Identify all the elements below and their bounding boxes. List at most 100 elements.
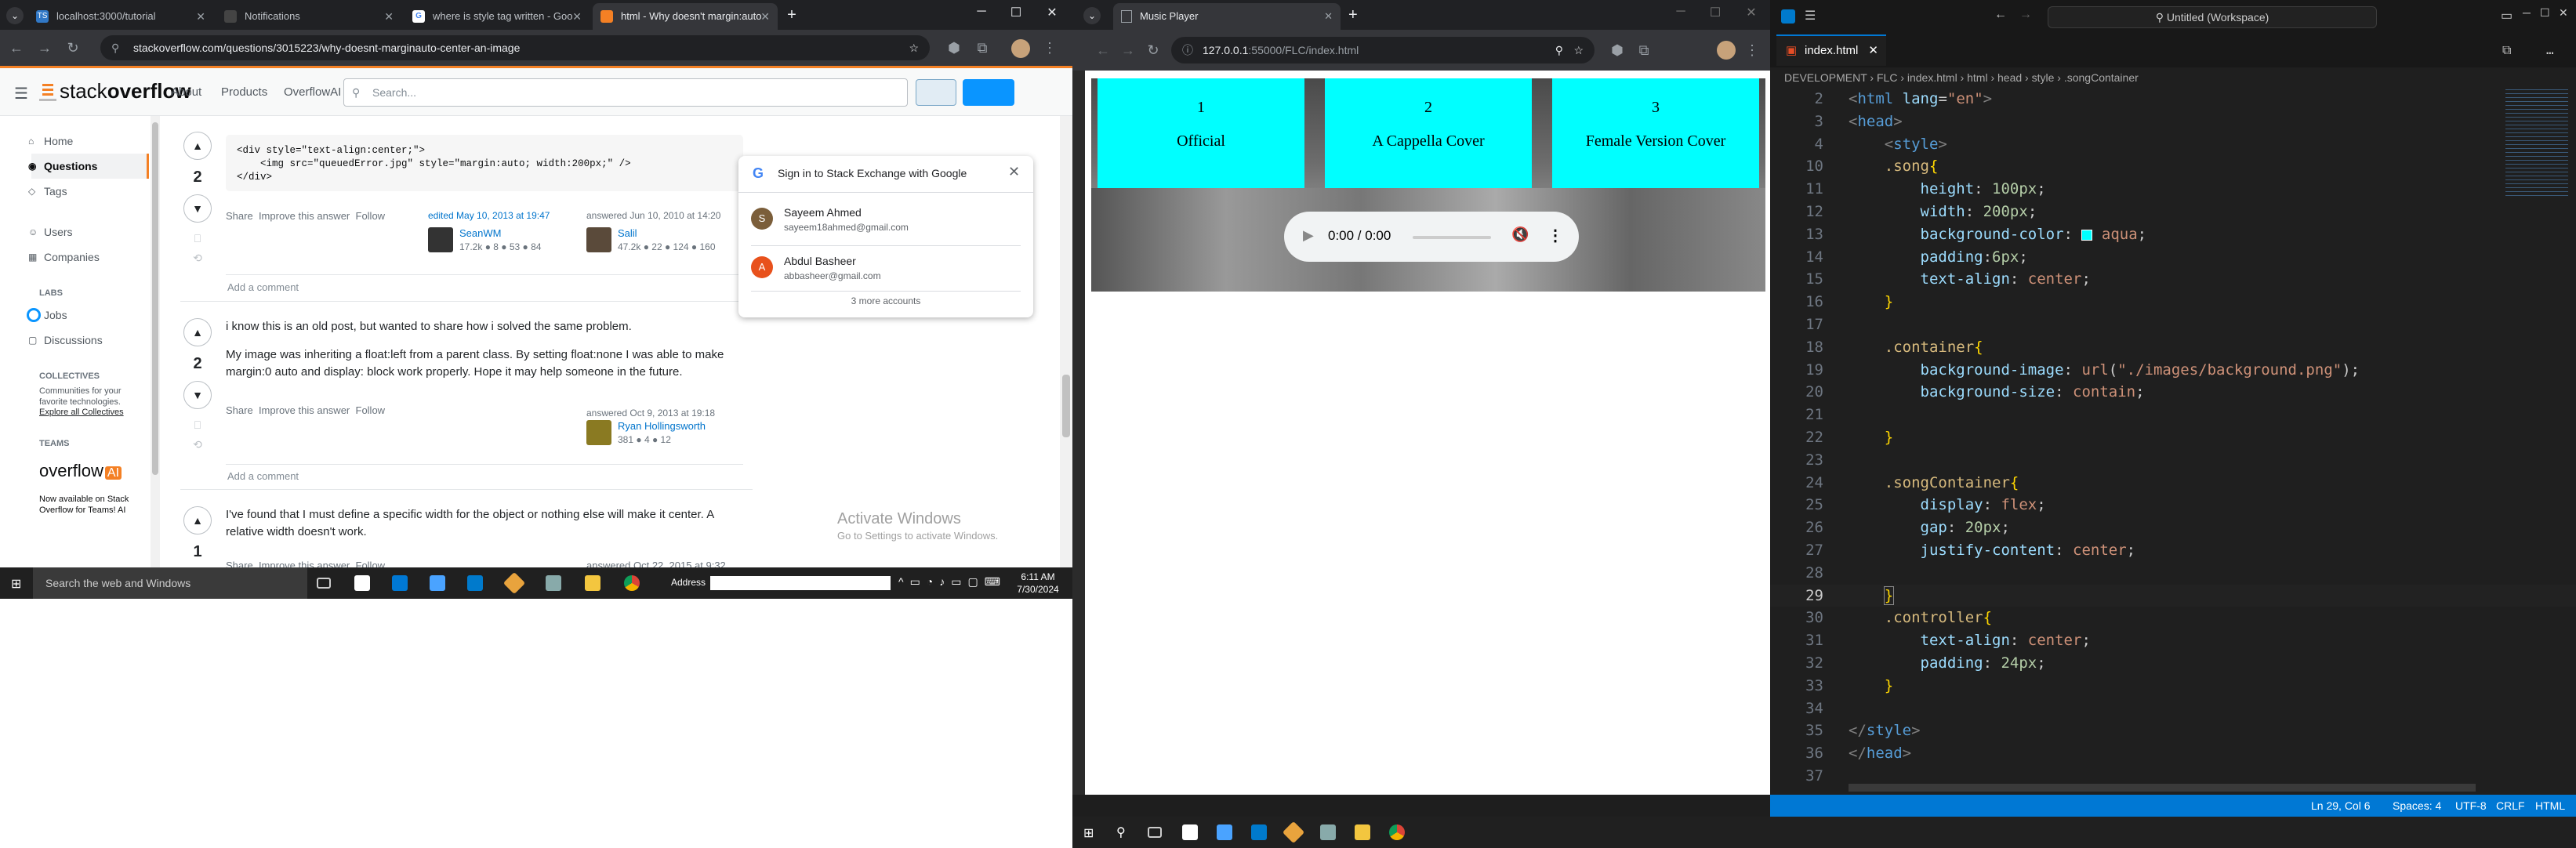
search-icon[interactable]: ⚲ — [1116, 824, 1126, 840]
nav-about[interactable]: About — [171, 85, 201, 99]
minimize-button[interactable]: ─ — [1665, 5, 1696, 19]
close-window-button[interactable]: ✕ — [1036, 5, 1068, 20]
avatar[interactable] — [586, 227, 611, 252]
language-mode[interactable]: HTML — [2535, 795, 2565, 817]
close-icon[interactable]: ✕ — [196, 3, 205, 30]
sidebar-item-users[interactable]: ☺ Users — [28, 219, 149, 245]
history-icon[interactable]: ⟲ — [176, 438, 219, 451]
close-icon[interactable]: ✕ — [1008, 164, 1020, 180]
close-window-button[interactable]: ✕ — [2559, 6, 2568, 20]
sidebar-item-jobs[interactable]: Jobs — [27, 303, 149, 328]
start-icon[interactable]: ⊞ — [1083, 825, 1094, 841]
edited-date[interactable]: edited May 10, 2013 at 19:47 — [428, 210, 569, 221]
zoom-icon[interactable]: ⚲ — [1555, 37, 1563, 63]
sidebar-item-discussions[interactable]: ▢ Discussions — [28, 328, 149, 353]
page-scrollbar[interactable] — [1060, 116, 1072, 567]
address-toolbar-input[interactable] — [710, 576, 891, 590]
share-link[interactable]: Share — [226, 560, 253, 567]
explorer-icon[interactable] — [1355, 824, 1370, 840]
back-icon[interactable]: ← — [1093, 40, 1113, 60]
song-card[interactable]: 1 Official — [1098, 78, 1304, 188]
more-accounts-link[interactable]: 3 more accounts — [738, 295, 1033, 306]
downvote-button[interactable]: ▼ — [183, 194, 212, 223]
menu-icon[interactable]: ⋮ — [1742, 40, 1762, 60]
collectives-link[interactable]: Explore all Collectives — [31, 408, 149, 417]
signup-button[interactable] — [963, 79, 1014, 106]
follow-link[interactable]: Follow — [356, 404, 386, 416]
site-info-icon[interactable]: ⚲ — [111, 35, 119, 60]
taskbar-search[interactable]: Search the web and Windows — [33, 567, 307, 599]
extension-icon[interactable]: ⬢ — [944, 38, 964, 58]
maximize-button[interactable]: ☐ — [2540, 6, 2550, 20]
store-icon[interactable] — [354, 575, 370, 591]
search-input[interactable]: ⚲ Search... — [343, 78, 908, 107]
close-icon[interactable]: ✕ — [1868, 36, 1878, 66]
improve-link[interactable]: Improve this answer — [259, 210, 350, 222]
bookmark-star-icon[interactable]: ☆ — [1573, 37, 1584, 63]
tab-localhost[interactable]: TS localhost:3000/tutorial ✕ — [28, 3, 213, 30]
add-comment-link[interactable]: Add a comment — [227, 281, 299, 293]
avatar[interactable] — [428, 227, 453, 252]
breadcrumb[interactable]: DEVELOPMENT › FLC › index.html › html › … — [1770, 67, 2576, 88]
forward-icon[interactable]: → — [2019, 8, 2032, 22]
close-window-button[interactable]: ✕ — [1736, 5, 1767, 20]
app-icon[interactable] — [546, 575, 561, 591]
account-option[interactable]: A Abdul Basheer abbasheer@gmail.com — [751, 248, 1018, 291]
song-card[interactable]: 3 Female Version Cover — [1552, 78, 1759, 188]
hamburger-icon[interactable]: ☰ — [14, 84, 28, 103]
downvote-button[interactable]: ▼ — [183, 381, 212, 409]
history-icon[interactable]: ⟲ — [176, 252, 219, 265]
minimap[interactable] — [2505, 88, 2568, 198]
nav-overflowai[interactable]: OverflowAI — [284, 85, 341, 99]
close-icon[interactable]: ✕ — [572, 3, 582, 30]
nav-products[interactable]: Products — [221, 85, 267, 99]
address-bar[interactable]: ⚲ stackoverflow.com/questions/3015223/why… — [100, 35, 930, 60]
follow-link[interactable]: Follow — [356, 210, 386, 222]
progress-slider[interactable] — [1413, 236, 1491, 239]
line-ending[interactable]: CRLF — [2496, 795, 2525, 817]
user-name[interactable]: SeanWM — [459, 227, 501, 239]
clock[interactable]: 6:11 AM 7/30/2024 — [1013, 571, 1063, 596]
mail-icon[interactable] — [392, 575, 408, 591]
chrome-icon[interactable] — [1389, 824, 1405, 840]
play-icon[interactable]: ▶ — [1303, 227, 1314, 244]
close-icon[interactable]: ✕ — [1324, 3, 1333, 30]
code-editor[interactable]: 2 <html lang="en"> 3 <head> 4 <style> 10 .… — [1770, 88, 2576, 788]
indentation[interactable]: Spaces: 4 — [2393, 795, 2441, 817]
tab-search-icon[interactable]: ⌄ — [6, 7, 24, 24]
upvote-button[interactable]: ▲ — [183, 132, 212, 160]
bookmark-icon[interactable]: ⎕ — [176, 419, 219, 432]
sidebar-scrollbar[interactable] — [151, 116, 160, 567]
share-link[interactable]: Share — [226, 404, 253, 416]
puzzle-icon[interactable]: ⧉ — [972, 38, 992, 58]
tab-search-icon[interactable]: ⌄ — [1083, 7, 1101, 24]
split-editor-icon[interactable]: ⧉ — [2502, 42, 2511, 58]
mute-icon[interactable]: 🔇 — [1511, 226, 1529, 243]
tab-music-player[interactable]: Music Player ✕ — [1113, 3, 1341, 30]
address-bar[interactable]: ⓘ 127.0.0.1:55000/FLC/index.html ⚲ ☆ — [1171, 37, 1595, 63]
store-icon[interactable] — [1182, 824, 1198, 840]
user-name[interactable]: Salil — [618, 227, 637, 239]
maximize-button[interactable]: ☐ — [1000, 5, 1032, 20]
bookmark-star-icon[interactable]: ☆ — [909, 35, 919, 60]
tab-notifications[interactable]: Notifications ✕ — [216, 3, 401, 30]
new-tab-button[interactable]: + — [782, 6, 801, 25]
song-card[interactable]: 2 A Cappella Cover — [1325, 78, 1532, 188]
notes-icon[interactable] — [1217, 824, 1232, 840]
avatar[interactable] — [586, 420, 611, 445]
upvote-button[interactable]: ▲ — [183, 506, 212, 535]
forward-icon[interactable]: → — [34, 38, 55, 58]
close-icon[interactable]: ✕ — [384, 3, 394, 30]
sidebar-item-tags[interactable]: ◇ Tags — [28, 179, 149, 204]
more-actions-icon[interactable]: … — [2546, 42, 2554, 57]
tray-icons[interactable]: ^▭◔♪▭▢⌨ — [898, 575, 1007, 589]
follow-link[interactable]: Follow — [356, 560, 386, 567]
extension-icon[interactable]: ⬢ — [1607, 40, 1627, 60]
close-icon[interactable]: ✕ — [760, 3, 770, 30]
menu-icon[interactable]: ☰ — [1805, 8, 1816, 24]
chrome-icon[interactable] — [624, 575, 640, 591]
command-center[interactable]: ⚲ Untitled (Workspace) — [2048, 6, 2377, 28]
add-comment-link[interactable]: Add a comment — [227, 470, 299, 482]
cursor-position[interactable]: Ln 29, Col 6 — [2311, 795, 2371, 817]
menu-icon[interactable]: ⋮ — [1039, 38, 1060, 58]
